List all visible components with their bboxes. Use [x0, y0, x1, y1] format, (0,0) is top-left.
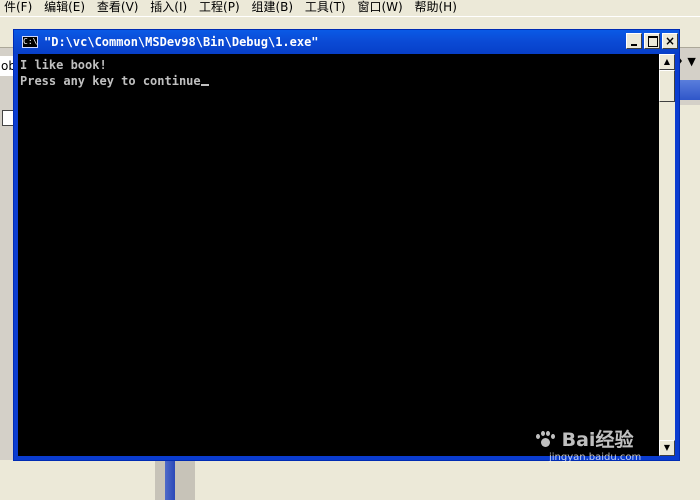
- paw-icon: [535, 431, 555, 449]
- scroll-up-button[interactable]: ▲: [659, 54, 675, 70]
- baidu-watermark: Bai经验 jingyan.baidu.com: [535, 428, 641, 464]
- ide-bottom-panel: [155, 458, 195, 500]
- maximize-icon: [648, 36, 658, 47]
- menu-window[interactable]: 窗口(W): [353, 0, 406, 14]
- close-icon: ×: [664, 34, 676, 48]
- console-output-area[interactable]: I like book! Press any key to continue: [18, 54, 659, 456]
- menu-edit[interactable]: 编辑(E): [40, 0, 89, 14]
- text-cursor: [200, 84, 209, 86]
- close-button[interactable]: ×: [662, 33, 678, 49]
- output-line-2: Press any key to continue: [20, 74, 201, 88]
- console-output: I like book! Press any key to continue: [20, 57, 209, 89]
- maximize-button[interactable]: [644, 33, 660, 49]
- ide-bottom-area: [0, 460, 700, 500]
- console-app-icon[interactable]: C:\: [22, 36, 38, 48]
- menu-build[interactable]: 组建(B): [247, 0, 297, 14]
- scroll-thumb[interactable]: [659, 70, 675, 102]
- watermark-url: jingyan.baidu.com: [549, 452, 642, 463]
- menu-project[interactable]: 工程(P): [195, 0, 244, 14]
- menu-tools[interactable]: 工具(T): [301, 0, 350, 14]
- watermark-text: Bai经验: [561, 429, 634, 451]
- menu-file[interactable]: 件(F): [0, 0, 36, 14]
- console-window: C:\ "D:\vc\Common\MSDev98\Bin\Debug\1.ex…: [13, 29, 680, 461]
- menu-help[interactable]: 帮助(H): [411, 0, 461, 14]
- menu-bar: 件(F) 编辑(E) 查看(V) 插入(I) 工程(P) 组建(B) 工具(T)…: [0, 0, 700, 17]
- window-title: "D:\vc\Common\MSDev98\Bin\Debug\1.exe": [44, 35, 319, 49]
- scroll-down-button[interactable]: ▼: [659, 440, 675, 456]
- minimize-icon: [631, 44, 637, 46]
- output-line-1: I like book!: [20, 58, 107, 72]
- console-titlebar[interactable]: C:\ "D:\vc\Common\MSDev98\Bin\Debug\1.ex…: [14, 30, 679, 54]
- minimize-button[interactable]: [626, 33, 642, 49]
- vertical-scrollbar[interactable]: ▲ ▼: [659, 54, 675, 456]
- menu-insert[interactable]: 插入(I): [146, 0, 191, 14]
- ide-bottom-scrollbar: [165, 460, 175, 500]
- menu-view[interactable]: 查看(V): [93, 0, 143, 14]
